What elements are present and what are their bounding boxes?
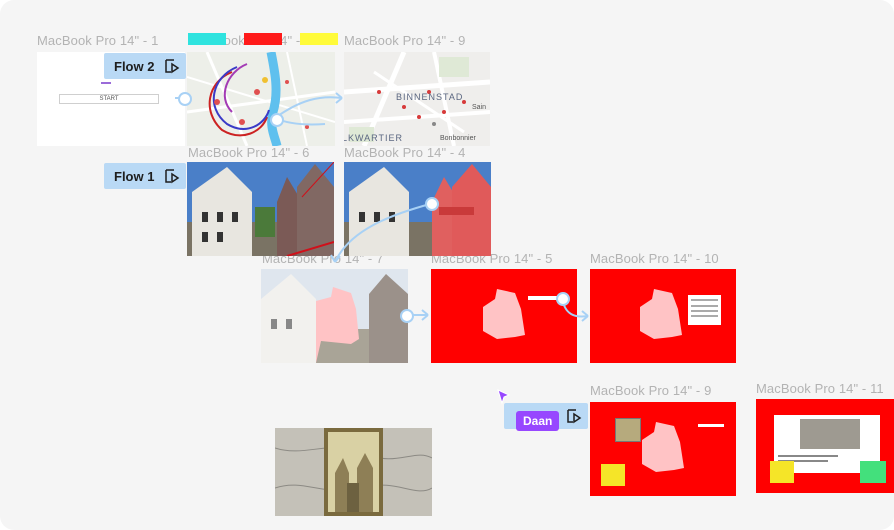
frame-title-9b[interactable]: MacBook Pro 14" - 9: [590, 383, 711, 398]
faded-building-image: [261, 269, 408, 363]
map-label-bonbonnier: Bonbonnier: [440, 135, 476, 142]
frame-9b[interactable]: [590, 402, 736, 496]
hotspot-node-photo[interactable]: [425, 197, 439, 211]
flow-2-tag[interactable]: Flow 2: [104, 53, 186, 79]
legend-yellow: [300, 33, 338, 45]
play-icon[interactable]: [164, 58, 180, 74]
frame-title-10[interactable]: MacBook Pro 14" - 10: [590, 251, 719, 266]
start-button[interactable]: START: [59, 94, 159, 104]
flow-1-label: Flow 1: [114, 168, 155, 184]
building-photo-image: [187, 162, 334, 256]
frame-title-11[interactable]: MacBook Pro 14" - 11: [756, 381, 884, 396]
frame-illustration[interactable]: [275, 428, 432, 516]
map-route-image: [187, 52, 335, 146]
frame-5[interactable]: [431, 269, 577, 363]
old-map-image: [275, 428, 432, 516]
hotspot-node-map[interactable]: [270, 113, 284, 127]
frame-11[interactable]: [756, 399, 894, 493]
yellow-button-11[interactable]: [770, 461, 794, 483]
map-label-kwartier: LKWARTIER: [344, 133, 404, 143]
collaborator-cursor-label: Daan: [516, 411, 560, 431]
flow-1-tag[interactable]: Flow 1: [104, 163, 186, 189]
hotspot-node-frame5[interactable]: [556, 292, 570, 306]
play-icon[interactable]: [164, 168, 180, 184]
info-card[interactable]: [688, 295, 721, 325]
frame-2[interactable]: [187, 52, 335, 146]
flow-2-label: Flow 2: [114, 58, 155, 74]
map-label-sain: Sain: [472, 104, 487, 111]
frame-6[interactable]: [187, 162, 334, 256]
frame-title-4[interactable]: MacBook Pro 14" - 4: [344, 145, 465, 160]
info-line: [528, 296, 558, 300]
frame-7[interactable]: [261, 269, 408, 363]
legend-cyan: [188, 33, 226, 45]
frame-9a[interactable]: BINNENSTAD LKWARTIER Sain Bonbonnier: [344, 52, 490, 146]
design-canvas[interactable]: MacBook Pro 14" - 1 MacBook Pro 14" - 2 …: [0, 0, 894, 530]
flow2-start-node[interactable]: [178, 92, 192, 106]
hotspot-node-frame7[interactable]: [400, 309, 414, 323]
building-highlight-image: [344, 162, 491, 256]
modal-image: [800, 419, 860, 449]
green-button-11[interactable]: [860, 461, 886, 483]
info-line-9b: [698, 424, 724, 427]
frame-title-6[interactable]: MacBook Pro 14" - 6: [188, 145, 309, 160]
pink-shape: [483, 289, 525, 339]
yellow-button[interactable]: [601, 464, 625, 486]
frame-4[interactable]: [344, 162, 491, 256]
logo-dots: [101, 82, 111, 84]
frame-title-9a[interactable]: MacBook Pro 14" - 9: [344, 33, 465, 48]
legend-red: [244, 33, 282, 45]
frame-10[interactable]: [590, 269, 736, 363]
play-icon[interactable]: [566, 408, 582, 424]
cursor-arrow-icon: [497, 389, 511, 405]
frame-title-1[interactable]: MacBook Pro 14" - 1: [37, 33, 158, 48]
map-label-binnenstad: BINNENSTAD: [396, 92, 464, 102]
